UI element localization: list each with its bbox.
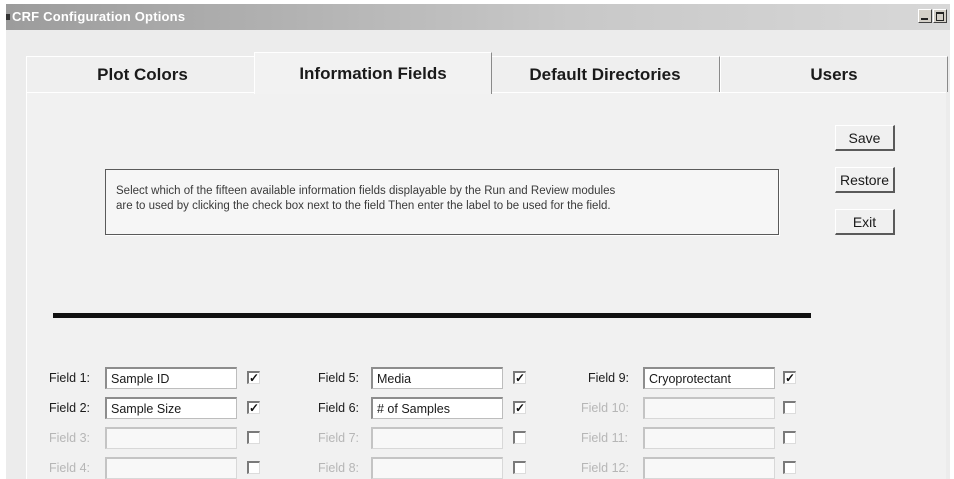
- instructions-box: Select which of the fifteen available in…: [105, 169, 779, 235]
- maximize-icon: [936, 12, 944, 21]
- checkmark-icon: ✓: [515, 371, 526, 385]
- field-7-checkbox[interactable]: [513, 431, 526, 444]
- field-3-label: Field 3:: [49, 431, 90, 445]
- field-9-checkbox[interactable]: ✓: [783, 371, 796, 384]
- field-2-label: Field 2:: [49, 401, 90, 415]
- field-12-checkbox[interactable]: [783, 461, 796, 474]
- field-1-checkbox[interactable]: ✓: [247, 371, 260, 384]
- field-5-label: Field 5:: [318, 371, 359, 385]
- information-fields-panel: Select which of the fifteen available in…: [26, 92, 946, 479]
- system-menu-icon[interactable]: [6, 14, 10, 20]
- field-7-input[interactable]: [371, 427, 503, 449]
- field-2-checkbox[interactable]: ✓: [247, 401, 260, 414]
- field-4-label: Field 4:: [49, 461, 90, 475]
- field-6-checkbox[interactable]: ✓: [513, 401, 526, 414]
- field-2-input[interactable]: Sample Size: [105, 397, 237, 419]
- field-4-input[interactable]: [105, 457, 237, 479]
- instructions-line-1: Select which of the fifteen available in…: [116, 185, 616, 197]
- field-9-label: Field 9:: [588, 371, 629, 385]
- field-5-checkbox[interactable]: ✓: [513, 371, 526, 384]
- checkmark-icon: ✓: [785, 371, 796, 385]
- window-title: CRF Configuration Options: [12, 9, 186, 24]
- tab-default-directories[interactable]: Default Directories: [490, 56, 720, 92]
- field-3-input[interactable]: [105, 427, 237, 449]
- title-bar[interactable]: CRF Configuration Options: [6, 4, 950, 30]
- checkmark-icon: ✓: [249, 401, 260, 415]
- checkmark-icon: ✓: [515, 401, 526, 415]
- maximize-button[interactable]: [933, 9, 947, 23]
- instructions-line-2: are to used by clicking the check box ne…: [116, 200, 611, 212]
- field-3-checkbox[interactable]: [247, 431, 260, 444]
- field-12-input[interactable]: [643, 457, 775, 479]
- field-9-input[interactable]: Cryoprotectant: [643, 367, 775, 389]
- field-1-input[interactable]: Sample ID: [105, 367, 237, 389]
- restore-button[interactable]: Restore: [835, 167, 895, 193]
- field-11-checkbox[interactable]: [783, 431, 796, 444]
- field-4-checkbox[interactable]: [247, 461, 260, 474]
- tab-information-fields[interactable]: Information Fields: [254, 52, 492, 94]
- field-10-label: Field 10:: [581, 401, 629, 415]
- window-body: Plot Colors Information Fields Default D…: [6, 30, 950, 479]
- save-button[interactable]: Save: [835, 125, 895, 151]
- field-10-input[interactable]: [643, 397, 775, 419]
- field-8-checkbox[interactable]: [513, 461, 526, 474]
- field-1-label: Field 1:: [49, 371, 90, 385]
- field-5-input[interactable]: Media: [371, 367, 503, 389]
- field-11-input[interactable]: [643, 427, 775, 449]
- field-6-input[interactable]: # of Samples: [371, 397, 503, 419]
- tab-plot-colors[interactable]: Plot Colors: [26, 56, 259, 92]
- field-10-checkbox[interactable]: [783, 401, 796, 414]
- field-11-label: Field 11:: [581, 431, 629, 445]
- field-6-label: Field 6:: [318, 401, 359, 415]
- exit-button[interactable]: Exit: [835, 209, 895, 235]
- field-8-label: Field 8:: [318, 461, 359, 475]
- field-12-label: Field 12:: [581, 461, 629, 475]
- checkmark-icon: ✓: [249, 371, 260, 385]
- tab-users[interactable]: Users: [720, 56, 948, 92]
- section-divider: [53, 313, 811, 318]
- field-7-label: Field 7:: [318, 431, 359, 445]
- field-8-input[interactable]: [371, 457, 503, 479]
- minimize-button[interactable]: [918, 9, 932, 23]
- minimize-icon: [921, 18, 928, 20]
